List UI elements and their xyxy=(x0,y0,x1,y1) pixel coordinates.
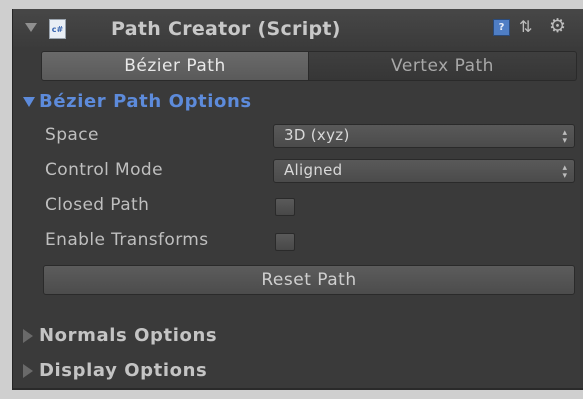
dropdown-arrows-icon: ▴ ▾ xyxy=(562,128,567,146)
space-value: 3D (xyz) xyxy=(284,126,350,144)
script-icon: c# xyxy=(49,19,66,39)
bezier-options-foldout[interactable]: Bézier Path Options xyxy=(23,91,252,112)
dropdown-arrows-icon: ▴ ▾ xyxy=(562,163,567,181)
control-mode-dropdown[interactable]: Aligned ▴ ▾ xyxy=(273,159,575,183)
collapsed-arrow-icon xyxy=(23,329,33,343)
enable-transforms-checkbox[interactable] xyxy=(275,233,295,251)
tab-bezier-path[interactable]: Bézier Path xyxy=(41,51,309,81)
normals-options-title: Normals Options xyxy=(39,325,218,346)
component-title: Path Creator (Script) xyxy=(111,18,341,40)
closed-path-checkbox[interactable] xyxy=(275,198,295,216)
preset-icon[interactable]: ⇅ xyxy=(519,19,537,35)
collapsed-arrow-icon xyxy=(23,364,33,378)
reset-path-button[interactable]: Reset Path xyxy=(43,265,575,295)
control-mode-label: Control Mode xyxy=(45,160,163,180)
fold-arrow-icon[interactable] xyxy=(25,23,37,32)
space-label: Space xyxy=(45,125,99,145)
component-header[interactable]: c# Path Creator (Script) ? ⇅ ⚙ xyxy=(13,9,583,47)
gear-icon[interactable]: ⚙ xyxy=(549,15,571,37)
closed-path-label: Closed Path xyxy=(45,195,150,215)
inspector-panel: c# Path Creator (Script) ? ⇅ ⚙ Bézier Pa… xyxy=(12,9,583,390)
control-mode-value: Aligned xyxy=(284,161,343,179)
divider xyxy=(13,388,583,390)
expanded-arrow-icon xyxy=(23,97,35,107)
space-dropdown[interactable]: 3D (xyz) ▴ ▾ xyxy=(273,124,575,148)
bezier-options-title: Bézier Path Options xyxy=(39,91,252,112)
display-options-title: Display Options xyxy=(39,360,208,381)
tab-vertex-path[interactable]: Vertex Path xyxy=(309,51,577,81)
normals-options-foldout[interactable]: Normals Options xyxy=(23,325,217,346)
display-options-foldout[interactable]: Display Options xyxy=(23,360,207,381)
help-icon[interactable]: ? xyxy=(493,19,510,36)
enable-transforms-label: Enable Transforms xyxy=(45,230,209,250)
